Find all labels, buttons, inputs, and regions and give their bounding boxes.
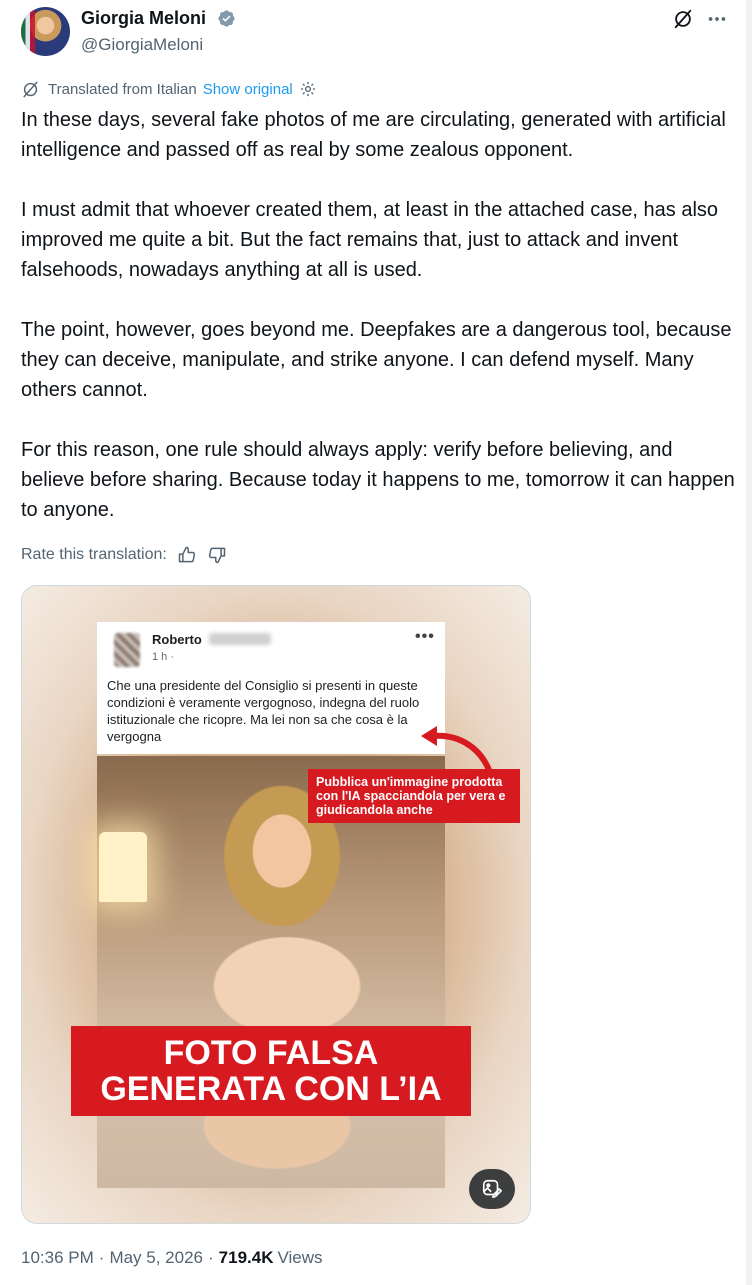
tweet-paragraph: In these days, several fake photos of me… bbox=[21, 109, 726, 161]
banner-line-1: FOTO FALSA bbox=[163, 1034, 379, 1072]
translate-icon bbox=[23, 81, 38, 97]
grok-icon[interactable] bbox=[672, 8, 694, 30]
tweet-paragraph: I must admit that whoever created them, … bbox=[21, 199, 719, 281]
tweet-text: In these days, several fake photos of me… bbox=[21, 105, 736, 555]
show-original-link[interactable]: Show original bbox=[203, 81, 293, 98]
fb-post-text: Che una presidente del Consiglio si pres… bbox=[107, 678, 420, 744]
thumbs-down-icon[interactable] bbox=[207, 545, 227, 565]
translation-bar: Translated from Italian Show original bbox=[21, 78, 317, 100]
fake-photo-banner: FOTO FALSA GENERATA CON L’IA bbox=[71, 1026, 471, 1116]
thumbs-up-icon[interactable] bbox=[177, 545, 197, 565]
rate-translation: Rate this translation: bbox=[21, 543, 227, 567]
fb-author-name: Roberto bbox=[152, 632, 202, 647]
views-count: 719.4K bbox=[218, 1248, 274, 1267]
more-options-icon[interactable] bbox=[705, 8, 729, 30]
author-name[interactable]: Giorgia Meloni bbox=[81, 8, 206, 29]
author-handle[interactable]: @GiorgiaMeloni bbox=[81, 35, 203, 55]
fb-post-time: 1 h · bbox=[152, 651, 175, 663]
tweet-paragraph: The point, however, goes beyond me. Deep… bbox=[21, 319, 732, 401]
post-time[interactable]: 10:36 PM bbox=[21, 1248, 94, 1268]
scroll-divider bbox=[746, 0, 752, 1285]
red-arrow-icon bbox=[421, 726, 492, 773]
meta-separator: · bbox=[208, 1248, 214, 1267]
blurred-avatar bbox=[114, 633, 140, 667]
tweet-paragraph: For this reason, one rule should always … bbox=[21, 439, 735, 521]
red-annotation: Pubblica un'immagine prodotta con l'IA s… bbox=[308, 769, 520, 823]
fb-more-icon: ••• bbox=[415, 628, 435, 645]
rate-label: Rate this translation: bbox=[21, 546, 167, 563]
meta-separator: · bbox=[98, 1248, 105, 1267]
views-label: Views bbox=[277, 1248, 323, 1267]
media-image[interactable]: Roberto 1 h · ••• Che una presidente del… bbox=[21, 585, 531, 1224]
post-date[interactable]: May 5, 2026 bbox=[109, 1248, 203, 1268]
tweet-meta: 10:36 PM · May 5, 2026 · 719.4K Views bbox=[21, 1245, 323, 1271]
gear-icon[interactable] bbox=[299, 80, 317, 98]
facebook-post-card: Roberto 1 h · ••• Che una presidente del… bbox=[97, 622, 445, 754]
lamp-decoration bbox=[99, 832, 147, 902]
verified-badge-icon bbox=[218, 10, 235, 27]
translation-label: Translated from Italian bbox=[48, 80, 197, 98]
blurred-surname bbox=[209, 633, 271, 645]
image-edit-icon bbox=[482, 1179, 502, 1199]
image-edit-button[interactable] bbox=[469, 1169, 515, 1209]
avatar[interactable] bbox=[21, 7, 70, 56]
banner-line-2: GENERATA CON L’IA bbox=[100, 1070, 442, 1108]
tweet: Giorgia Meloni @GiorgiaMeloni Translated… bbox=[0, 0, 752, 1285]
